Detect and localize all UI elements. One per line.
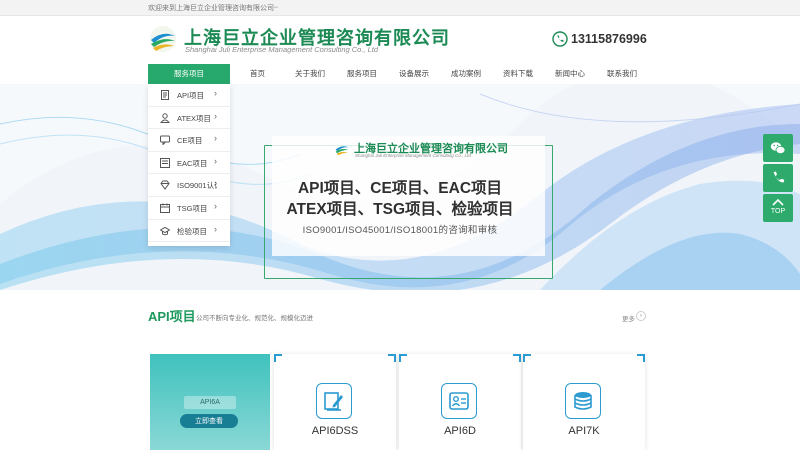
- chevron-right-icon: ›: [214, 110, 217, 121]
- menu-item-label: EAC项目: [177, 158, 208, 168]
- document-icon: [161, 90, 169, 100]
- chevron-right-icon: ›: [214, 133, 217, 144]
- menu-item-atex[interactable]: ATEX项目 ›: [148, 107, 230, 130]
- section-subtitle: 公司不断向专业化、规范化、规模化迈进: [196, 315, 313, 322]
- wechat-button[interactable]: [763, 134, 793, 162]
- user-icon: [160, 112, 170, 123]
- banner-logo: 上海巨立企业管理咨询有限公司 Shanghai Juli Enterprise …: [334, 140, 508, 162]
- chevron-right-icon[interactable]: ›: [636, 311, 646, 321]
- card-corner-decoration: [637, 354, 645, 362]
- nav-downloads[interactable]: 资料下载: [503, 64, 533, 84]
- product-card-label: API6D: [444, 425, 476, 437]
- menu-item-label: ATEX项目: [177, 113, 212, 123]
- welcome-text: 欢迎来到上海巨立企业管理咨询有限公司~: [148, 4, 278, 12]
- section-title: API项目: [148, 309, 196, 324]
- menu-item-tsg[interactable]: TSG项目 ›: [148, 197, 230, 220]
- card-corner-decoration: [523, 354, 531, 362]
- hero-banner[interactable]: 上海巨立企业管理咨询有限公司 Shanghai Juli Enterprise …: [0, 84, 800, 290]
- card-corner-decoration: [388, 354, 396, 362]
- more-link[interactable]: 更多: [622, 313, 635, 323]
- nav-home[interactable]: 首页: [250, 64, 265, 84]
- back-to-top-label: TOP: [770, 208, 786, 215]
- product-card-api7k[interactable]: API7K: [523, 354, 645, 450]
- card-corner-decoration: [513, 354, 521, 362]
- phone-icon: [552, 31, 568, 47]
- chevron-right-icon: ›: [214, 178, 217, 189]
- wechat-icon: [770, 142, 786, 154]
- phone-number: 13115876996: [571, 32, 647, 46]
- menu-item-label: ISO9001认证: [177, 181, 217, 191]
- back-to-top-button[interactable]: TOP: [763, 194, 793, 222]
- nav-about[interactable]: 关于我们: [295, 64, 325, 84]
- coin-stack-icon: [565, 383, 601, 419]
- banner-tagline: ISO9001/ISO45001/ISO18001的咨询和审核: [302, 225, 498, 236]
- product-card-label: API6DSS: [311, 425, 359, 437]
- menu-item-label: TSG项目: [177, 204, 208, 213]
- menu-item-api[interactable]: API项目 ›: [148, 84, 230, 107]
- hat-icon: [160, 226, 170, 235]
- site-logo[interactable]: 上海巨立企业管理咨询有限公司 Shanghai Juli Enterprise …: [148, 24, 449, 58]
- nav-contact[interactable]: 联系我们: [607, 64, 637, 84]
- nav-service-category[interactable]: 服务项目: [148, 64, 230, 84]
- id-card-icon: [441, 383, 477, 419]
- nav-equipment[interactable]: 设备展示: [399, 64, 429, 84]
- arrow-up-icon: [772, 198, 784, 206]
- chevron-right-icon: ›: [214, 155, 217, 166]
- chart-icon: [160, 157, 170, 168]
- pen-document-icon: [316, 383, 352, 419]
- phone-button[interactable]: [763, 164, 793, 192]
- diamond-icon: [160, 180, 170, 191]
- product-card-api6d[interactable]: API6D: [399, 354, 521, 450]
- banner-logo-en: Shanghai Juli Enterprise Management Cons…: [355, 153, 471, 158]
- menu-item-label: API项目: [177, 91, 205, 100]
- product-card-label: API7K: [568, 425, 600, 437]
- service-category-menu: API项目 › ATEX项目 › CE项目 › EAC项目 › ISO9001认…: [148, 84, 230, 246]
- card-corner-decoration: [274, 354, 282, 362]
- card-corner-decoration: [399, 354, 407, 362]
- menu-item-ce[interactable]: CE项目 ›: [148, 129, 230, 152]
- chevron-right-icon: ›: [214, 201, 217, 211]
- menu-item-eac[interactable]: EAC项目 ›: [148, 152, 230, 175]
- menu-item-iso9001[interactable]: ISO9001认证 ›: [148, 174, 230, 197]
- chevron-right-icon: ›: [214, 223, 217, 234]
- logo-mark-icon: [150, 26, 176, 52]
- top-bar: 欢迎来到上海巨立企业管理咨询有限公司~: [0, 0, 800, 16]
- chat-icon: [160, 135, 170, 146]
- view-now-button[interactable]: 立即查看: [180, 414, 238, 428]
- featured-product-label: API6A: [184, 396, 236, 409]
- nav-services[interactable]: 服务项目: [347, 64, 377, 84]
- product-card-api6dss[interactable]: API6DSS: [274, 354, 396, 450]
- nav-cases[interactable]: 成功案例: [451, 64, 481, 84]
- chevron-right-icon: ›: [214, 88, 217, 98]
- nav-news[interactable]: 新闻中心: [555, 64, 585, 84]
- main-nav: 服务项目 首页 关于我们 服务项目 设备展示 成功案例 资料下载 新闻中心 联系…: [148, 64, 648, 84]
- banner-headline-1: API项目、CE项目、EAC项目: [297, 180, 503, 197]
- phone-icon: [773, 171, 785, 183]
- menu-item-inspection[interactable]: 检验项目 ›: [148, 220, 230, 243]
- menu-item-label: CE项目: [177, 136, 203, 146]
- logo-name-en: Shanghai Juli Enterprise Management Cons…: [185, 45, 379, 54]
- menu-item-label: 检验项目: [177, 226, 207, 236]
- calendar-icon: [160, 203, 170, 213]
- banner-headline-2: ATEX项目、TSG项目、检验项目: [286, 201, 514, 218]
- banner-logo-mark-icon: [335, 146, 349, 156]
